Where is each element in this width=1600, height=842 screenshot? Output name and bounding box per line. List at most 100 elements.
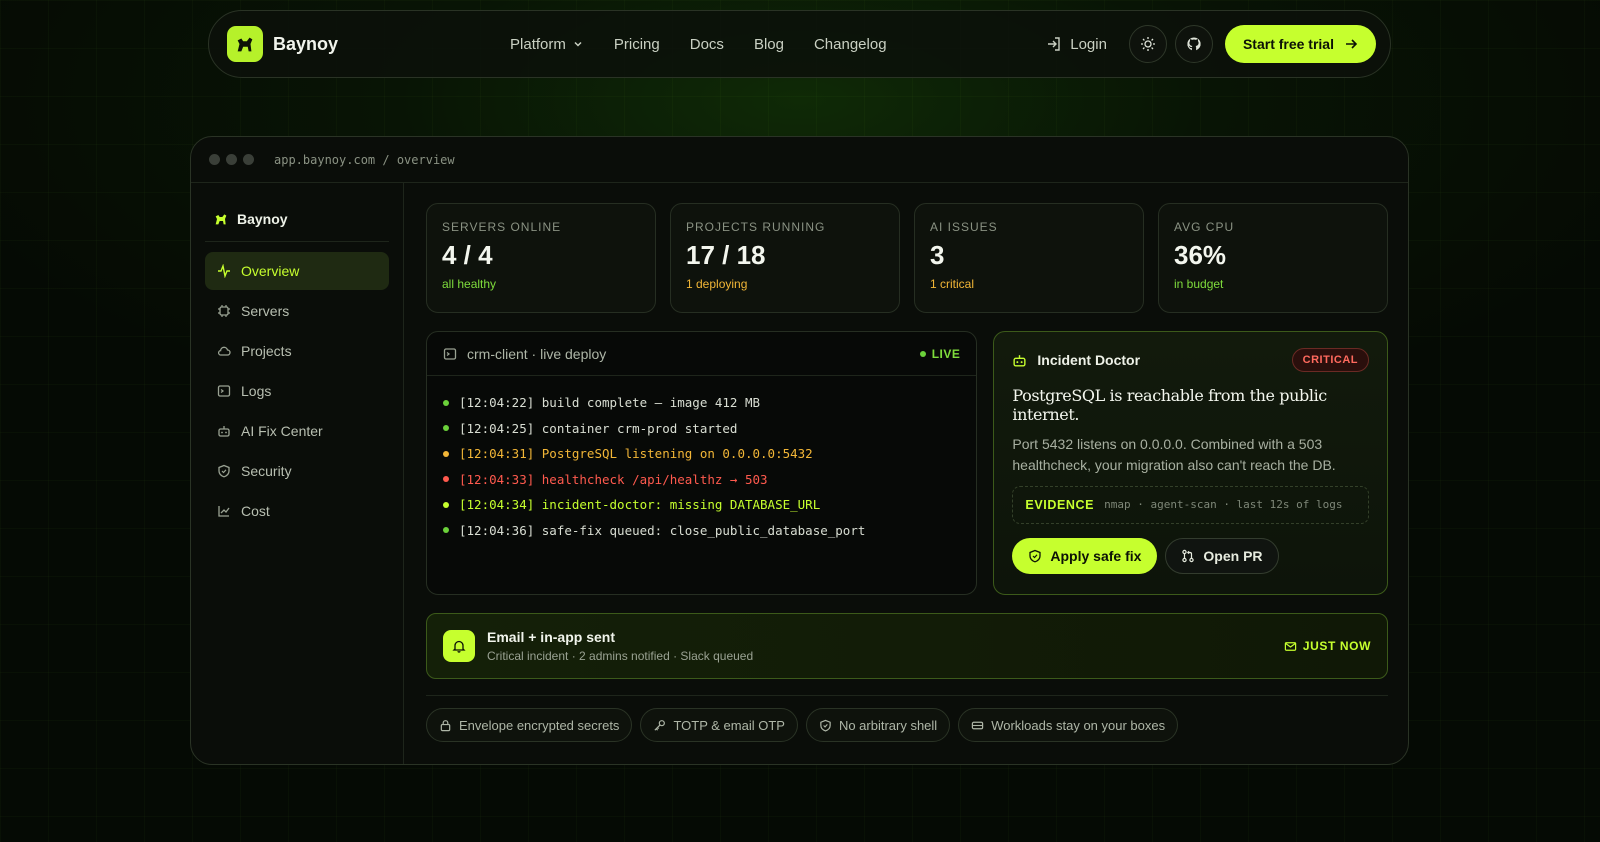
live-label: LIVE	[931, 346, 961, 361]
start-free-trial-button[interactable]: Start free trial	[1224, 25, 1376, 63]
shield-icon	[1029, 549, 1042, 563]
sidebar-item-ai-fix-center[interactable]: AI Fix Center	[205, 412, 389, 450]
incident-description: Port 5432 listens on 0.0.0.0. Combined w…	[1012, 436, 1336, 473]
mail-icon	[1284, 641, 1297, 651]
stat-card-ai-issues[interactable]: AI ISSUES 3 1 critical	[914, 203, 1144, 313]
log-status-dot-icon	[443, 399, 449, 406]
log-status-dot-icon	[443, 425, 449, 432]
evidence-label: EVIDENCE	[1025, 498, 1095, 512]
nav-link-platform[interactable]: Platform	[510, 36, 584, 53]
chip-label: Workloads stay on your boxes	[991, 717, 1166, 733]
log-line: [12:04:22] build complete — image 412 MB	[443, 390, 960, 416]
sidebar-item-security[interactable]: Security	[205, 452, 389, 490]
notification-time-label: JUST NOW	[1302, 639, 1371, 653]
main-content: SERVERS ONLINE 4 / 4 all healthy PROJECT…	[404, 183, 1408, 764]
apply-safe-fix-button[interactable]: Apply safe fix	[1012, 538, 1158, 574]
cta-label: Start free trial	[1242, 36, 1334, 52]
arrow-right-icon	[1346, 39, 1358, 49]
sun-icon	[1140, 37, 1155, 51]
notification-banner[interactable]: Email + in-app sent Critical incident · …	[426, 613, 1388, 679]
nav-link-pricing[interactable]: Pricing	[614, 36, 660, 53]
nav-links: Platform Pricing Docs Blog Changelog	[510, 36, 887, 53]
nav-link-docs[interactable]: Docs	[690, 36, 724, 53]
login-link[interactable]: Login	[1046, 36, 1107, 53]
log-title: crm-client · live deploy	[467, 345, 607, 362]
bot-icon	[1013, 354, 1026, 367]
sidebar: Baynoy Overview Servers Projects Logs AI…	[191, 183, 404, 764]
chip-totp: TOTP & email OTP	[640, 708, 798, 742]
stat-sub: in budget	[1174, 277, 1224, 291]
github-button[interactable]	[1174, 25, 1213, 63]
brand-logo-icon	[215, 214, 227, 225]
sidebar-item-projects[interactable]: Projects	[205, 332, 389, 370]
sidebar-brand-name: Baynoy	[237, 211, 288, 227]
live-badge: LIVE	[919, 346, 961, 361]
shield-icon	[820, 719, 831, 732]
sidebar-item-label: Overview	[241, 263, 300, 279]
stat-card-avg-cpu[interactable]: AVG CPU 36% in budget	[1158, 203, 1388, 313]
chip-encrypted-secrets: Envelope encrypted secrets	[426, 708, 633, 742]
critical-badge: CRITICAL	[1291, 348, 1369, 372]
window-dot	[209, 154, 220, 165]
sidebar-item-label: Security	[241, 463, 292, 479]
sidebar-item-cost[interactable]: Cost	[205, 492, 389, 530]
chip-label: Envelope encrypted secrets	[459, 717, 620, 733]
live-deploy-log[interactable]: crm-client · live deploy LIVE [12:04:22]…	[426, 331, 978, 595]
log-header: crm-client · live deploy LIVE	[427, 332, 977, 376]
login-icon	[1048, 37, 1060, 51]
sidebar-item-logs[interactable]: Logs	[205, 372, 389, 410]
stat-value: 36%	[1174, 240, 1227, 270]
pr-label: Open PR	[1203, 548, 1263, 564]
stat-card-projects[interactable]: PROJECTS RUNNING 17 / 18 1 deploying	[670, 203, 900, 313]
stat-label: SERVERS ONLINE	[442, 220, 562, 234]
log-line: [12:04:34] incident-doctor: missing DATA…	[443, 492, 960, 518]
sidebar-item-label: Logs	[241, 383, 272, 399]
incident-header: Incident Doctor CRITICAL	[1012, 348, 1369, 372]
sidebar-item-label: Cost	[241, 503, 270, 519]
nav-link-blog[interactable]: Blog	[754, 36, 784, 53]
chip-label: No arbitrary shell	[838, 717, 938, 733]
brand-logo-icon	[227, 26, 263, 62]
nav-actions: Login Start free trial	[1046, 25, 1376, 63]
terminal-icon	[443, 347, 457, 360]
log-line-text: [12:04:33] healthcheck /api/healthz → 50…	[459, 471, 768, 487]
log-line-text: [12:04:31] PostgreSQL listening on 0.0.0…	[459, 446, 813, 462]
open-pr-button[interactable]: Open PR	[1165, 538, 1279, 574]
sidebar-item-label: AI Fix Center	[241, 423, 323, 439]
bell-icon	[443, 630, 475, 662]
login-label: Login	[1070, 35, 1107, 53]
window-titlebar: app.baynoy.com / overview	[191, 137, 1408, 183]
evidence-box: EVIDENCE nmap · agent-scan · last 12s of…	[1012, 486, 1369, 524]
log-line: [12:04:31] PostgreSQL listening on 0.0.0…	[443, 441, 960, 467]
sidebar-item-label: Servers	[241, 303, 290, 319]
nav-link-label: Platform	[510, 35, 566, 53]
log-status-dot-icon	[443, 527, 449, 534]
log-status-dot-icon	[443, 476, 449, 483]
chip-label: TOTP & email OTP	[673, 717, 785, 733]
activity-icon	[218, 264, 230, 278]
cloud-icon	[217, 346, 231, 356]
stat-card-servers[interactable]: SERVERS ONLINE 4 / 4 all healthy	[426, 203, 656, 313]
theme-toggle-button[interactable]	[1128, 25, 1167, 63]
brand[interactable]: Baynoy	[227, 26, 338, 62]
sidebar-item-servers[interactable]: Servers	[205, 292, 389, 330]
incident-title: Incident Doctor	[1037, 352, 1141, 368]
stats-row: SERVERS ONLINE 4 / 4 all healthy PROJECT…	[426, 203, 1388, 313]
stat-value: 3	[930, 240, 945, 270]
shield-icon	[218, 464, 230, 478]
chip-icon	[218, 305, 230, 317]
stat-sub: 1 critical	[930, 277, 975, 291]
chip-no-shell: No arbitrary shell	[805, 708, 951, 742]
log-line-text: [12:04:34] incident-doctor: missing DATA…	[459, 497, 821, 513]
evidence-text: nmap · agent-scan · last 12s of logs	[1104, 498, 1343, 511]
server-icon	[971, 721, 984, 729]
top-navbar: Baynoy Platform Pricing Docs Blog Change…	[208, 10, 1391, 78]
nav-link-changelog[interactable]: Changelog	[814, 36, 887, 53]
log-line-text: [12:04:22] build complete — image 412 MB	[459, 395, 761, 411]
sidebar-item-overview[interactable]: Overview	[205, 252, 389, 290]
log-status-dot-icon	[443, 501, 449, 508]
content-row: crm-client · live deploy LIVE [12:04:22]…	[426, 331, 1388, 595]
sidebar-brand[interactable]: Baynoy	[205, 203, 389, 242]
divider	[426, 695, 1388, 696]
log-body: [12:04:22] build complete — image 412 MB…	[427, 376, 976, 557]
